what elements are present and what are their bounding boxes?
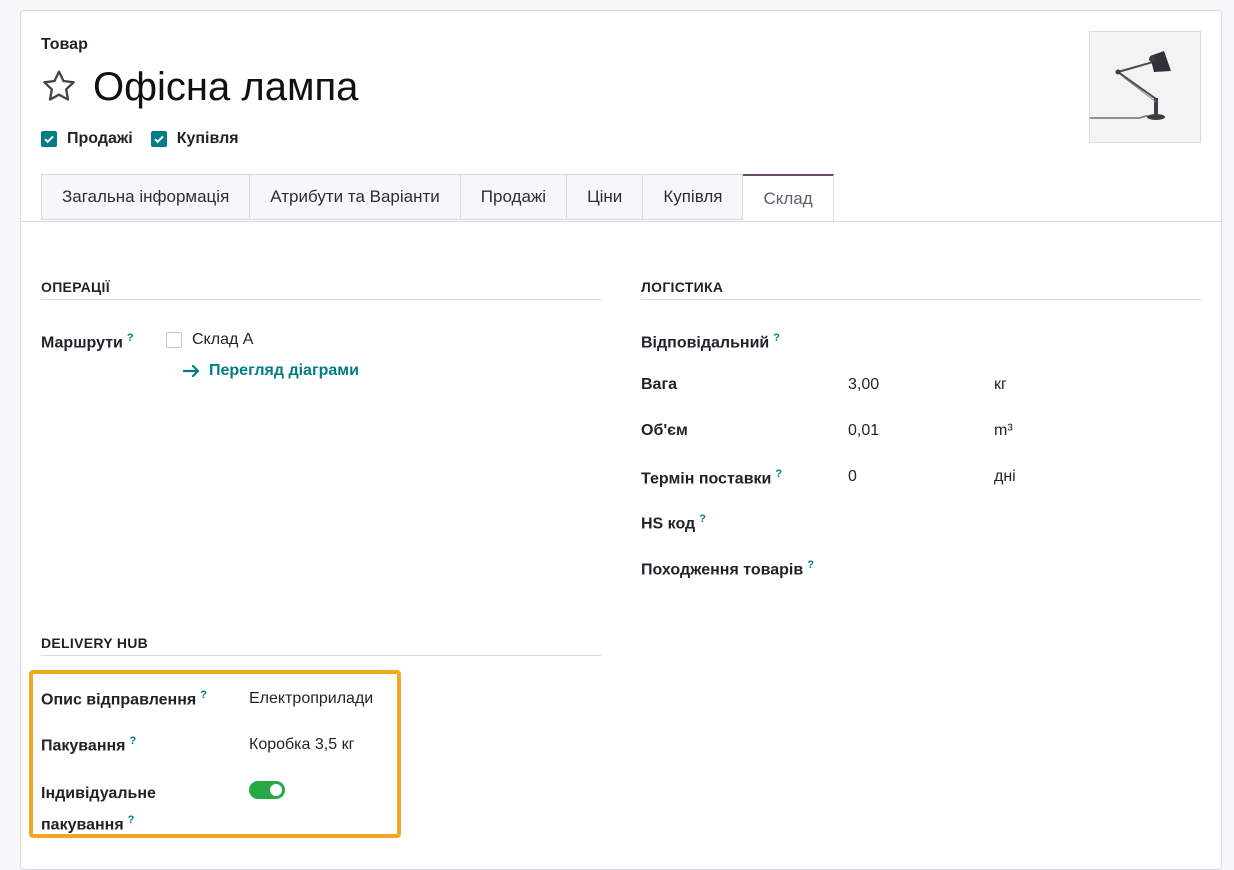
- check-icon[interactable]: [150, 131, 167, 147]
- flag-purchase[interactable]: Купівля: [150, 130, 239, 148]
- lead-time-label-text: Термін поставки: [641, 470, 772, 488]
- packaging-label-text: Пакування: [41, 737, 126, 755]
- help-icon[interactable]: ?: [127, 332, 134, 344]
- arrow-right-icon: [183, 364, 200, 378]
- notebook-tabs: Загальна інформація Атрибути та Варіанти…: [41, 174, 834, 222]
- route-checkbox[interactable]: [166, 332, 182, 348]
- routes-label-text: Маршрути: [41, 334, 123, 352]
- hs-code-input[interactable]: [847, 510, 1187, 534]
- individual-packaging-label-line2: пакування: [41, 816, 124, 834]
- star-icon[interactable]: [39, 67, 79, 107]
- check-icon[interactable]: [41, 131, 57, 147]
- help-icon[interactable]: ?: [699, 513, 706, 525]
- tab-general-info[interactable]: Загальна інформація: [41, 174, 251, 220]
- packaging-label: Пакування?: [41, 735, 136, 755]
- view-diagram-label: Перегляд діаграми: [209, 362, 359, 379]
- toggle-switch[interactable]: [249, 781, 285, 799]
- tab-purchase[interactable]: Купівля: [643, 174, 744, 220]
- individual-packaging-toggle[interactable]: [249, 781, 285, 804]
- record-type-label: Товар: [41, 36, 88, 53]
- desk-lamp-icon: [1090, 51, 1171, 120]
- lead-time-label: Термін поставки?: [641, 468, 782, 488]
- delivery-hub-heading: DELIVERY HUB: [41, 635, 601, 656]
- origin-label-text: Походження товарів: [641, 561, 804, 579]
- help-icon[interactable]: ?: [775, 468, 782, 480]
- product-form-sheet: Товар Офісна лампа Продажі Купівля Загал…: [20, 10, 1222, 870]
- product-flags: Продажі Купівля: [41, 130, 257, 148]
- weight-unit: кг: [994, 376, 1007, 393]
- responsible-field[interactable]: [847, 329, 1187, 353]
- responsible-label-text: Відповідальний: [641, 334, 770, 352]
- individual-packaging-label-line1: Індивідуальне: [41, 785, 156, 802]
- shipment-desc-label-text: Опис відправлення: [41, 691, 197, 709]
- shipment-desc-input[interactable]: Електроприлади: [249, 690, 373, 708]
- tabs-divider: [21, 221, 1221, 222]
- help-icon[interactable]: ?: [807, 559, 814, 571]
- route-option[interactable]: Склад А: [166, 331, 253, 349]
- help-icon[interactable]: ?: [128, 814, 135, 826]
- title-row: Офісна лампа: [39, 63, 358, 111]
- volume-input[interactable]: 0,01: [848, 422, 879, 440]
- flag-purchase-label: Купівля: [176, 130, 239, 147]
- volume-unit: m³: [994, 422, 1013, 439]
- origin-field[interactable]: [847, 556, 1187, 580]
- weight-label: Вага: [641, 376, 678, 393]
- tab-prices[interactable]: Ціни: [567, 174, 644, 220]
- hs-code-label-text: HS код: [641, 515, 696, 533]
- tab-sales[interactable]: Продажі: [460, 174, 568, 220]
- origin-label: Походження товарів?: [641, 559, 814, 579]
- weight-input[interactable]: 3,00: [848, 376, 879, 394]
- page-title[interactable]: Офісна лампа: [93, 63, 358, 111]
- lead-time-unit: дні: [994, 468, 1016, 485]
- individual-packaging-label: Індивідуальне пакування?: [41, 781, 156, 838]
- product-image[interactable]: [1089, 31, 1201, 143]
- view-diagram-link[interactable]: Перегляд діаграми: [183, 362, 359, 380]
- lead-time-input[interactable]: 0: [848, 468, 857, 486]
- tab-inventory[interactable]: Склад: [743, 174, 834, 222]
- responsible-label: Відповідальний?: [641, 332, 780, 352]
- operations-heading: ОПЕРАЦІЇ: [41, 279, 601, 300]
- flag-sales-label: Продажі: [67, 130, 133, 147]
- help-icon[interactable]: ?: [773, 332, 780, 344]
- tab-attributes-variants[interactable]: Атрибути та Варіанти: [250, 174, 461, 220]
- logistics-heading: ЛОГІСТИКА: [641, 279, 1201, 300]
- hs-code-label: HS код?: [641, 513, 706, 533]
- route-option-label: Склад А: [192, 331, 254, 348]
- help-icon[interactable]: ?: [130, 735, 137, 747]
- flag-sales[interactable]: Продажі: [41, 130, 133, 148]
- routes-label: Маршрути?: [41, 332, 134, 352]
- help-icon[interactable]: ?: [200, 689, 207, 701]
- shipment-desc-label: Опис відправлення?: [41, 689, 207, 709]
- packaging-select[interactable]: Коробка 3,5 кг: [249, 736, 354, 754]
- volume-label: Об'єм: [641, 422, 688, 439]
